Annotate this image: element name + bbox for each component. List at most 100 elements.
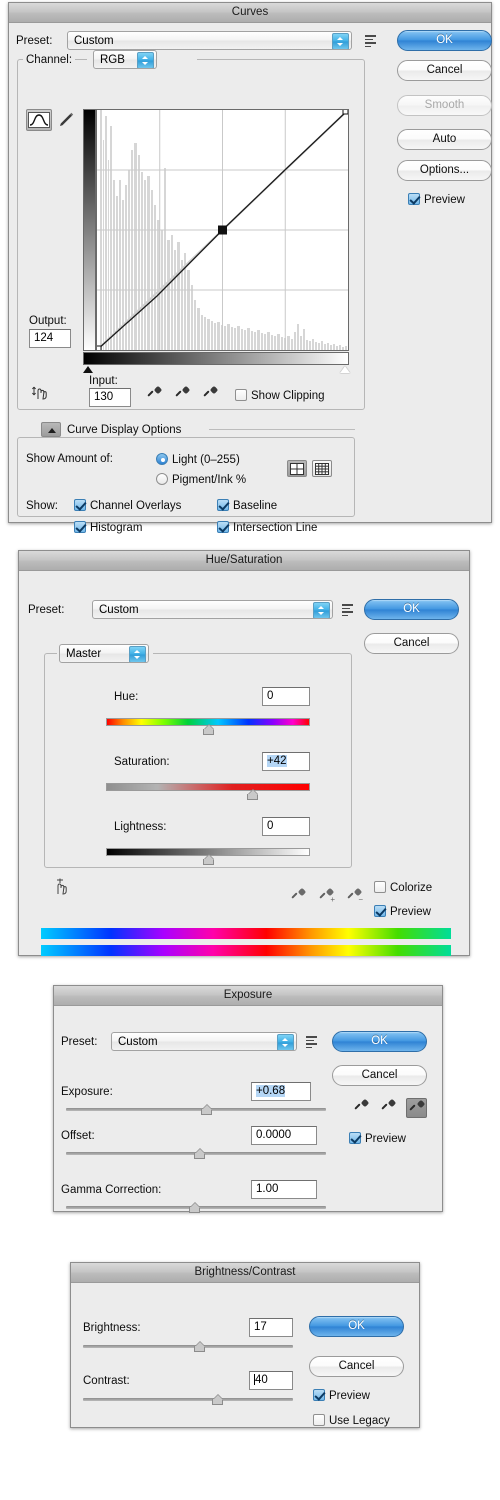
cancel-button[interactable]: Cancel <box>364 633 459 654</box>
curve-display-options-label: Curve Display Options <box>67 424 182 436</box>
gamma-correction-label: Gamma Correction: <box>61 1184 162 1196</box>
auto-button[interactable]: Auto <box>397 129 492 150</box>
lightness-field[interactable]: 0 <box>262 817 310 836</box>
dropper-bulb <box>360 1098 370 1108</box>
saturation-spectrum-bar[interactable] <box>106 783 310 791</box>
exposure-label: Exposure: <box>61 1086 113 1098</box>
chevron-updown-icon <box>129 646 146 662</box>
checkbox-box <box>217 499 229 511</box>
preview-checkbox[interactable]: Preview <box>374 905 431 919</box>
set-white-point-eyedropper-icon[interactable] <box>406 1098 427 1118</box>
colorize-label: Colorize <box>390 882 433 894</box>
dropper-stem <box>203 390 210 397</box>
saturation-label: Saturation: <box>114 756 170 768</box>
preview-checkbox[interactable]: Preview <box>349 1132 406 1146</box>
input-field[interactable]: 130 <box>89 388 131 407</box>
checkbox-box <box>313 1389 325 1401</box>
preset-options-icon[interactable] <box>365 35 378 48</box>
exposure-slider-thumb[interactable] <box>201 1107 212 1115</box>
preview-checkbox[interactable]: Preview <box>408 193 465 207</box>
cancel-button[interactable]: Cancel <box>332 1065 427 1086</box>
ok-button[interactable]: OK <box>364 599 459 620</box>
brightness-slider-thumb[interactable] <box>194 1344 205 1352</box>
preview-checkbox[interactable]: Preview <box>313 1389 370 1403</box>
preset-dropdown[interactable]: Custom <box>67 31 352 50</box>
radio-pigment-ink[interactable]: Pigment/Ink % <box>156 473 246 487</box>
gamma-slider-thumb[interactable] <box>189 1205 200 1213</box>
curve-tool-button[interactable] <box>26 109 52 131</box>
black-point-slider[interactable] <box>83 366 93 373</box>
channel-overlays-checkbox[interactable]: Channel Overlays <box>74 499 181 513</box>
preset-value: Custom <box>118 1036 158 1048</box>
preset-value: Custom <box>74 35 114 47</box>
detailed-grid-button[interactable] <box>312 460 332 477</box>
histogram-checkbox[interactable]: Histogram <box>74 521 142 535</box>
dropper-stem <box>347 892 354 899</box>
brightness-field[interactable]: 17 <box>249 1318 293 1337</box>
baseline-checkbox[interactable]: Baseline <box>217 499 277 513</box>
ok-button[interactable]: OK <box>309 1316 404 1337</box>
checkbox-box <box>374 905 386 917</box>
cancel-button[interactable]: Cancel <box>397 60 492 81</box>
simple-grid-button[interactable] <box>287 460 307 477</box>
subtract-from-sample-eyedropper-icon[interactable]: − <box>347 887 363 904</box>
channel-dropdown[interactable]: RGB <box>93 50 157 69</box>
divider <box>209 429 355 430</box>
gamma-field[interactable]: 1.00 <box>251 1180 317 1199</box>
checkbox-box <box>313 1414 325 1426</box>
colorize-checkbox[interactable]: Colorize <box>374 881 432 895</box>
show-clipping-checkbox[interactable]: Show Clipping <box>235 389 325 403</box>
saturation-field[interactable]: +42 <box>262 752 310 771</box>
preset-dropdown[interactable]: Custom <box>92 600 333 619</box>
lightness-slider-thumb[interactable] <box>203 857 214 865</box>
checkbox-box <box>374 881 386 893</box>
set-black-point-eyedropper-icon[interactable] <box>354 1098 370 1114</box>
gray-point-eyedropper-icon[interactable] <box>175 385 191 401</box>
hue-slider-thumb[interactable] <box>203 727 214 735</box>
targeted-adjustment-icon[interactable] <box>31 383 49 401</box>
curves-titlebar: Curves <box>9 3 491 23</box>
offset-slider-thumb[interactable] <box>194 1151 205 1159</box>
brightness-slider-track[interactable] <box>83 1345 293 1348</box>
set-gray-point-eyedropper-icon[interactable] <box>381 1098 397 1114</box>
options-button[interactable]: Options... <box>397 160 492 181</box>
sample-eyedropper-icon[interactable] <box>291 887 307 903</box>
contrast-slider-track[interactable] <box>83 1398 293 1401</box>
brightness-label: Brightness: <box>83 1322 141 1334</box>
curves-graph[interactable] <box>96 109 349 351</box>
cancel-button[interactable]: Cancel <box>309 1356 404 1377</box>
saturation-slider-thumb[interactable] <box>247 792 258 800</box>
curve-display-options-disclosure[interactable] <box>41 422 61 437</box>
exposure-slider-track[interactable] <box>66 1108 326 1111</box>
range-dropdown[interactable]: Master <box>59 644 149 663</box>
output-field[interactable]: 124 <box>29 329 71 348</box>
hue-field[interactable]: 0 <box>262 687 310 706</box>
white-point-slider[interactable] <box>340 366 350 373</box>
targeted-adjustment-icon[interactable] <box>51 878 69 896</box>
smooth-button: Smooth <box>397 95 492 116</box>
chevron-updown-icon <box>137 52 154 68</box>
black-point-eyedropper-icon[interactable] <box>147 385 163 401</box>
white-point-eyedropper-icon[interactable] <box>203 385 219 401</box>
intersection-line-checkbox[interactable]: Intersection Line <box>217 521 317 535</box>
ok-button[interactable]: OK <box>397 30 492 51</box>
checkbox-box <box>217 521 229 533</box>
offset-field[interactable]: 0.0000 <box>251 1126 317 1145</box>
preset-options-icon[interactable] <box>342 604 355 617</box>
pencil-icon[interactable] <box>57 111 75 129</box>
intersection-line-label: Intersection Line <box>233 522 318 534</box>
use-legacy-checkbox[interactable]: Use Legacy <box>313 1414 390 1428</box>
chevron-updown-icon <box>313 602 330 618</box>
chevron-updown-icon <box>332 33 349 49</box>
add-to-sample-eyedropper-icon[interactable]: + <box>319 887 335 904</box>
brightness-contrast-titlebar: Brightness/Contrast <box>71 1263 419 1283</box>
preset-dropdown[interactable]: Custom <box>111 1032 297 1051</box>
ok-button[interactable]: OK <box>332 1031 427 1052</box>
contrast-slider-thumb[interactable] <box>212 1397 223 1405</box>
preset-options-icon[interactable] <box>306 1036 319 1049</box>
hand-scrub-icon <box>57 878 67 895</box>
preview-label: Preview <box>390 906 431 918</box>
contrast-field[interactable]: 40 <box>249 1371 293 1390</box>
exposure-field[interactable]: +0.68 <box>251 1082 311 1101</box>
radio-light[interactable]: Light (0–255) <box>156 453 240 467</box>
